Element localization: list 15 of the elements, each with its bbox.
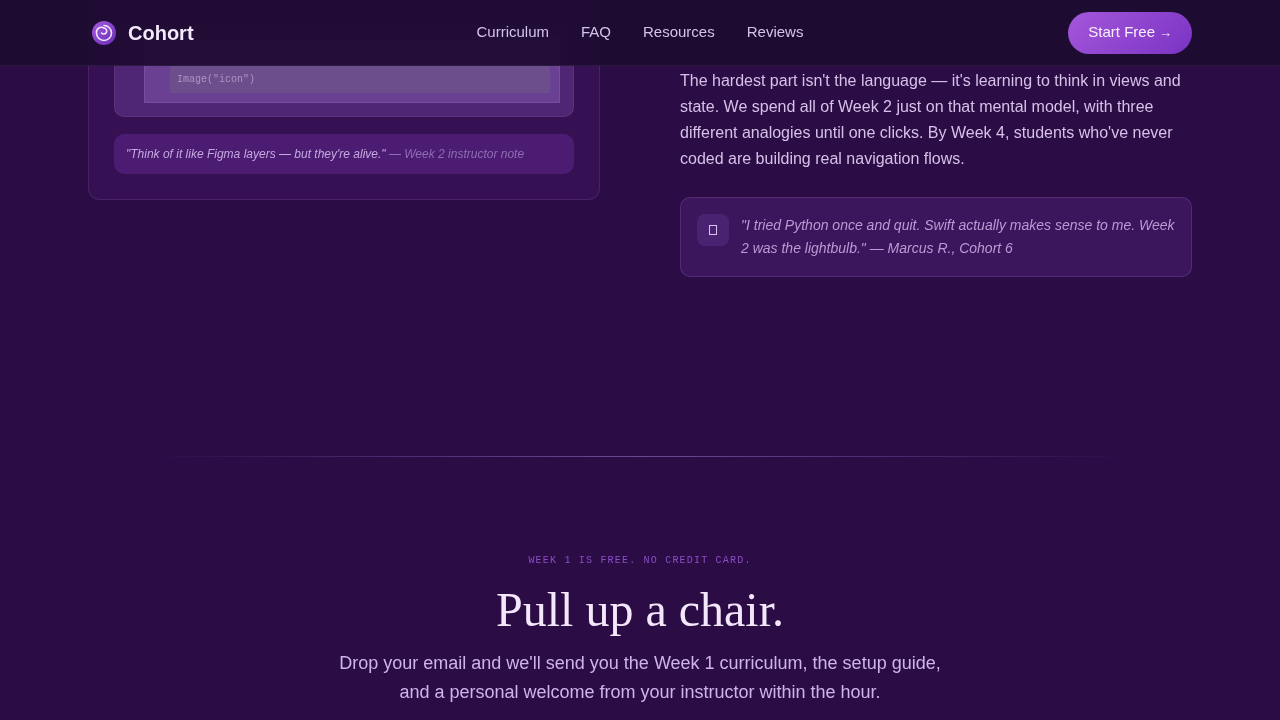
signup-description: Drop your email and we'll send you the Week 1 curriculum, the setup guide, and a personal welcome from your instructor within the hour. (338, 652, 942, 704)
nav-link[interactable]: Resources (643, 21, 715, 44)
note-attribution: — Week 2 instructor note (388, 147, 525, 161)
eyebrow-label: WEEK 1 IS FREE. NO CREDIT CARD. (528, 554, 752, 568)
start-free-button[interactable]: Start Free → (1068, 11, 1192, 54)
missing-glyph-icon (697, 214, 729, 246)
brand-name[interactable]: Cohort (128, 17, 194, 48)
lesson-paragraph: The hardest part isn't the language — it's learning to think in views and state. We spend all of Week 2 just on that mental model, with three different analogies until one clicks. By Week 4, students who've never coded are building real navigation flows. (680, 71, 1182, 169)
nav-link[interactable]: Reviews (746, 21, 804, 44)
testimonial-quote: "I tried Python once and quit. Swift actually makes sense to me. Week 2 was the lightbulb." — Marcus R., Cohort 6 (741, 216, 1176, 258)
nav-link[interactable]: FAQ (581, 21, 611, 44)
note-quote: "Think of it like Figma layers — but they're alive." (126, 147, 386, 161)
nav-link[interactable]: Curriculum (476, 21, 549, 44)
signup-heading: Pull up a chair. (496, 582, 784, 638)
logo-icon[interactable] (92, 20, 116, 45)
